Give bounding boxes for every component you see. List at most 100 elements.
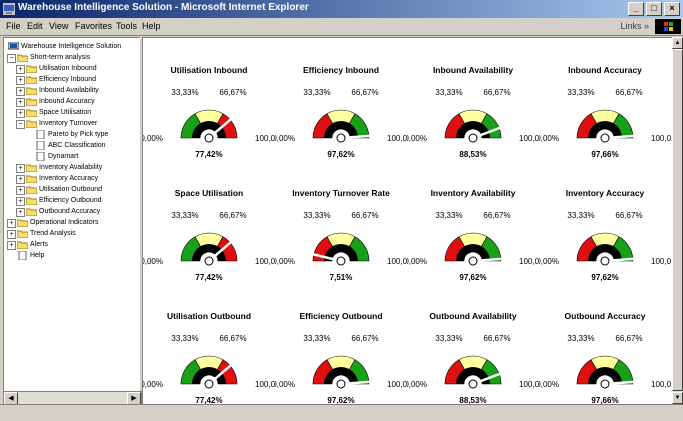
gauge-scale-label: 33,33% [303, 335, 330, 343]
gauge-scale-label: 0,00% [407, 257, 427, 266]
expand-icon[interactable]: + [16, 65, 25, 74]
gauge-scale-label: 33,33% [435, 212, 462, 220]
kpi-gauge: Inventory Availability 0,00% 33,33% 66,67% 1… [407, 188, 539, 298]
tree-item-label: ABC Classification [48, 142, 106, 149]
expand-icon[interactable]: + [7, 241, 16, 250]
gauge-scale-label: 0,00% [143, 380, 163, 389]
tree-horizontal-scrollbar[interactable]: ◀ ▶ [3, 391, 142, 405]
tree-item-label: Alerts [30, 241, 48, 248]
gauge-scale-label: 0,00% [275, 257, 295, 266]
gauge-scale-label: 0,00% [407, 380, 427, 389]
gauge-dial: 0,00% 33,33% 66,67% 100,00% [275, 89, 407, 143]
folder-icon [26, 175, 37, 183]
expand-icon[interactable]: + [16, 197, 25, 206]
folder-icon [26, 164, 37, 172]
expand-icon[interactable]: + [16, 98, 25, 107]
kpi-gauge: Inbound Availability 0,00% 33,33% 66,67% 100… [407, 65, 539, 175]
tree-item-label: Efficiency Outbound [39, 197, 102, 204]
scroll-thumb[interactable] [672, 49, 683, 391]
gauge-scale-label: 0,00% [539, 380, 559, 389]
expand-icon[interactable]: + [16, 186, 25, 195]
gauge-scale-label: 66,67% [615, 212, 642, 220]
document-icon [36, 152, 45, 161]
gauge-scale-label: 66,67% [219, 212, 246, 220]
menu-tools[interactable]: Tools [116, 21, 137, 31]
expand-icon[interactable]: + [16, 87, 25, 96]
gauge-scale-label: 33,33% [303, 89, 330, 97]
gauge-title: Inbound Accuracy [568, 65, 642, 75]
maximize-button[interactable]: □ [646, 2, 662, 16]
folder-icon [17, 241, 28, 249]
collapse-icon[interactable]: − [16, 120, 25, 129]
gauge-scale-label: 0,00% [539, 257, 559, 266]
gauge-scale-label: 100,00% [255, 257, 275, 266]
minimize-button[interactable]: _ [628, 2, 644, 16]
expand-icon[interactable]: + [16, 109, 25, 118]
gauge-title: Outbound Accuracy [564, 311, 646, 321]
menu-favorites[interactable]: Favorites [75, 21, 112, 31]
gauge-scale-label: 0,00% [275, 380, 295, 389]
status-bar [0, 404, 683, 410]
gauge-scale-label: 100,00% [651, 380, 671, 389]
gauge-scale-label: 33,33% [567, 89, 594, 97]
folder-icon [17, 230, 28, 238]
expand-icon[interactable]: + [16, 164, 25, 173]
expand-icon[interactable]: + [16, 76, 25, 85]
gauge-title: Outbound Availability [429, 311, 517, 321]
expand-icon[interactable]: + [16, 175, 25, 184]
kpi-gauge: Inbound Accuracy 0,00% 33,33% 66,67% 100,00%… [539, 65, 671, 175]
scroll-up-icon[interactable]: ▲ [672, 37, 683, 49]
gauge-scale-label: 33,33% [303, 212, 330, 220]
close-button[interactable]: × [664, 2, 680, 16]
folder-open-icon [17, 54, 28, 62]
folder-icon [17, 219, 28, 227]
gauge-scale-label: 33,33% [171, 89, 198, 97]
gauge-dial: 0,00% 33,33% 66,67% 100,00% [143, 89, 275, 143]
gauge-value: 77,42% [195, 150, 223, 159]
gauge-value: 97,62% [459, 273, 487, 282]
window-controls: _ □ × [628, 2, 680, 16]
gauge-scale-label: 33,33% [171, 335, 198, 343]
links-button[interactable]: Links » [620, 21, 649, 31]
document-icon [18, 251, 27, 260]
gauge-scale-label: 66,67% [483, 335, 510, 343]
tree-item-label: Pareto by Pick type [48, 131, 109, 138]
gauge-value: 88,53% [459, 150, 487, 159]
folder-icon [26, 65, 37, 73]
tree-item-label: Space Utilisation [39, 109, 92, 116]
gauge-dial: 0,00% 33,33% 66,67% 100,00% [275, 335, 407, 389]
tree-item-label: Short-term analysis [30, 54, 91, 61]
gauge-title: Utilisation Inbound [170, 65, 248, 75]
expand-icon[interactable]: + [7, 230, 16, 239]
tree-item-label: Utilisation Outbound [39, 186, 103, 193]
menu-edit[interactable]: Edit [27, 21, 43, 31]
expand-icon[interactable]: + [7, 219, 16, 228]
tree-item-label: Warehouse Intelligence Solution [21, 43, 122, 50]
gauge-scale-label: 33,33% [171, 212, 198, 220]
gauge-dial: 0,00% 33,33% 66,67% 100,00% [143, 212, 275, 266]
menu-help[interactable]: Help [142, 21, 161, 31]
tree-item-label: Trend Analysis [30, 230, 76, 237]
windows-logo-icon [655, 19, 681, 34]
gauge-dial: 0,00% 33,33% 66,67% 100,00% [539, 335, 671, 389]
gauge-dial: 0,00% 33,33% 66,67% 100,00% [143, 335, 275, 389]
gauge-scale-label: 100,00% [519, 380, 539, 389]
gauge-scale-label: 0,00% [539, 134, 559, 143]
gauge-scale-label: 100,00% [387, 380, 407, 389]
tree-item-label: Inventory Turnover [39, 120, 98, 127]
gauge-value: 77,42% [195, 273, 223, 282]
menu-view[interactable]: View [49, 21, 68, 31]
dashboard-vertical-scrollbar[interactable]: ▲ ▼ [672, 37, 683, 404]
folder-icon [26, 98, 37, 106]
gauge-title: Inventory Accuracy [565, 188, 645, 198]
gauge-scale-label: 66,67% [615, 89, 642, 97]
tree-item-label: Help [30, 252, 45, 259]
internet-explorer-icon [3, 3, 15, 15]
expand-icon[interactable]: + [16, 208, 25, 217]
tree-item-label: Inventory Availability [39, 164, 103, 171]
scroll-down-icon[interactable]: ▼ [672, 392, 683, 404]
menu-file[interactable]: File [6, 21, 21, 31]
folder-icon [26, 76, 37, 84]
gauge-scale-label: 100,00% [651, 257, 671, 266]
collapse-icon[interactable]: − [7, 54, 16, 63]
